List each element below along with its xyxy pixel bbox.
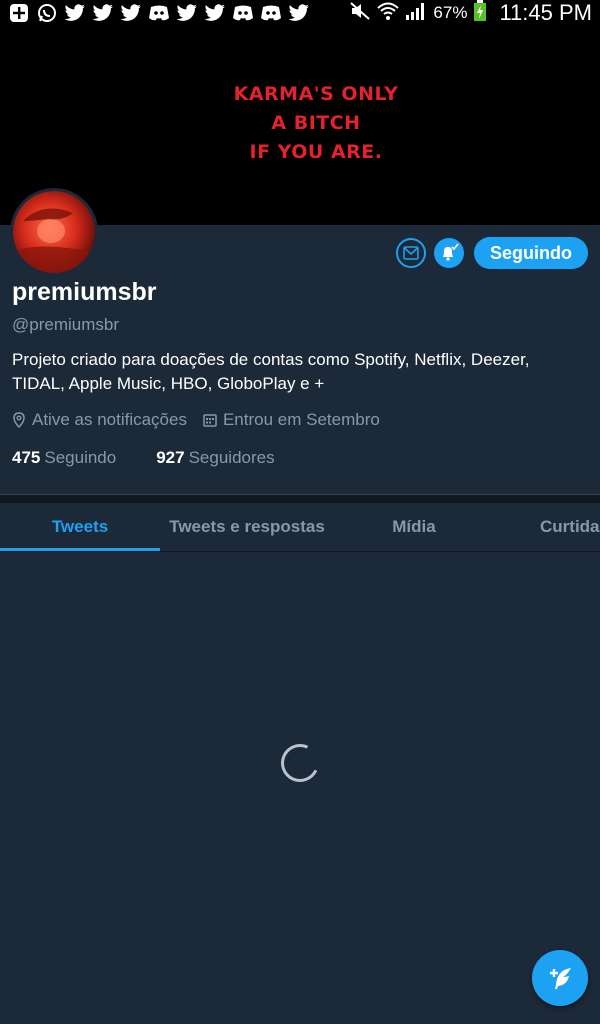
joined-item: Entrou em Setembro [203, 410, 380, 430]
system-status: 67% 11:45 PM [349, 0, 592, 27]
profile-name: premiumsbr [12, 278, 157, 306]
tab-tweets-and-replies[interactable]: Tweets e respostas [160, 503, 334, 551]
twitter-icon [92, 3, 114, 23]
following-number: 475 [12, 448, 41, 467]
battery-percent: 67% [433, 3, 468, 22]
mail-icon [403, 246, 419, 260]
discord-icon [232, 3, 254, 23]
loading-spinner [275, 738, 325, 788]
battery-charging-icon [473, 0, 487, 27]
location-text: Ative as notificações [32, 410, 187, 429]
profile-tabs: Tweets Tweets e respostas Mídia Curtidas [0, 503, 600, 552]
wifi-icon [377, 1, 400, 26]
twitter-icon [120, 3, 142, 23]
bell-check-icon [443, 243, 459, 261]
message-button[interactable] [396, 238, 426, 268]
twitter-icon [204, 3, 226, 23]
calendar-icon [203, 414, 217, 427]
location-item: Ative as notificações [12, 410, 187, 430]
mute-icon [349, 1, 371, 26]
twitter-icon [288, 3, 310, 23]
tab-media[interactable]: Mídia [334, 503, 494, 551]
discord-icon [260, 3, 282, 23]
banner-line-2: A BITCH [271, 112, 361, 134]
follow-counts: 475 Seguindo 927 Seguidores [12, 448, 275, 468]
profile-bio: Projeto criado para doações de contas co… [12, 350, 530, 393]
discord-icon [148, 3, 170, 23]
whatsapp-icon [36, 3, 58, 23]
twitter-icon [64, 3, 86, 23]
banner-line-1: KARMA'S ONLY [233, 83, 399, 105]
notification-icons [8, 3, 310, 23]
twitter-icon [176, 3, 198, 23]
joined-text: Entrou em Setembro [222, 410, 380, 429]
banner-text: KARMA'S ONLY A BITCH IF YOU ARE. [16, 80, 600, 167]
avatar[interactable] [10, 188, 98, 276]
compose-feather-icon [550, 968, 571, 989]
location-pin-icon [13, 412, 25, 428]
compose-tweet-button[interactable] [532, 950, 588, 1006]
following-count[interactable]: 475 Seguindo [12, 448, 116, 468]
following-label: Seguindo [44, 448, 117, 467]
profile-meta: Ative as notificações Entrou em Setembro [12, 410, 396, 430]
tab-likes[interactable]: Curtidas [494, 503, 600, 551]
followers-label: Seguidores [188, 448, 275, 467]
tab-tweets[interactable]: Tweets [0, 503, 160, 551]
clock: 11:45 PM [499, 0, 592, 25]
banner-line-3: IF YOU ARE. [249, 141, 383, 163]
status-bar: 67% 11:45 PM [0, 0, 600, 26]
notifications-button[interactable] [434, 238, 464, 268]
profile-handle: @premiumsbr [12, 315, 119, 334]
profile-banner[interactable]: KARMA'S ONLY A BITCH IF YOU ARE. [0, 26, 600, 225]
followers-count[interactable]: 927 Seguidores [156, 448, 274, 468]
following-button[interactable]: Seguindo [474, 237, 588, 269]
add-icon [8, 3, 30, 23]
followers-number: 927 [156, 448, 185, 467]
profile-actions: Seguindo [396, 237, 588, 269]
section-divider [0, 494, 600, 503]
signal-icon [405, 1, 427, 26]
